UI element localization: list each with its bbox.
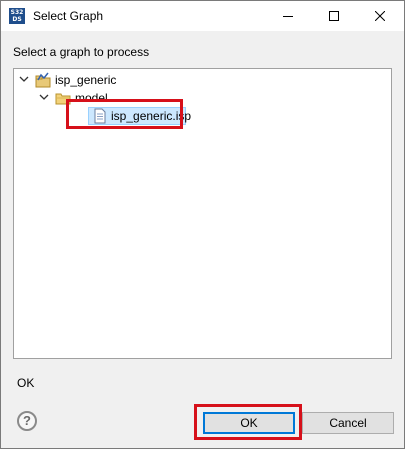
chevron-down-icon[interactable] (39, 92, 49, 102)
title-bar[interactable]: S32 DS Select Graph (1, 1, 404, 31)
maximize-icon (329, 11, 339, 21)
app-icon-text-bottom: DS (12, 16, 22, 23)
status-message: OK (17, 376, 35, 390)
minimize-icon (283, 16, 293, 17)
ok-highlight-annotation (194, 404, 302, 440)
tree-item-project[interactable]: isp_generic (14, 71, 391, 89)
window-title: Select Graph (33, 9, 104, 23)
instruction-label: Select a graph to process (13, 45, 150, 59)
chevron-down-icon[interactable] (19, 74, 29, 84)
select-graph-dialog: S32 DS Select Graph Select a graph to pr… (0, 0, 405, 449)
help-button[interactable]: ? (17, 411, 37, 431)
graph-tree[interactable]: isp_generic model isp_generic.isp (13, 68, 392, 359)
project-icon (35, 72, 51, 88)
s32ds-app-icon: S32 DS (9, 8, 25, 24)
app-icon-text-top: S32 (10, 9, 24, 16)
cancel-button[interactable]: Cancel (302, 412, 394, 434)
close-button[interactable] (357, 1, 403, 31)
close-icon (375, 11, 385, 21)
minimize-button[interactable] (265, 1, 311, 31)
maximize-button[interactable] (311, 1, 357, 31)
tree-item-project-label: isp_generic (55, 73, 117, 87)
file-highlight-annotation (66, 99, 183, 129)
